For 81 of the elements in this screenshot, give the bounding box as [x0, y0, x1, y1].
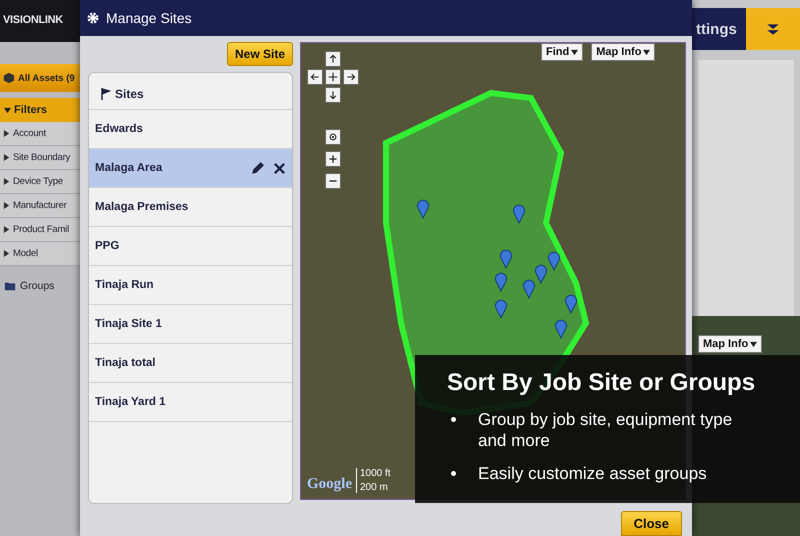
site-name: Malaga Area — [95, 162, 162, 174]
map-provider-logo: Google — [307, 476, 352, 493]
caption-bullet: Easily customize asset groups — [478, 463, 708, 484]
all-assets-bar[interactable]: All Assets (9 — [0, 64, 80, 92]
caret-icon — [3, 178, 10, 185]
filter-item[interactable]: Model — [0, 242, 80, 266]
filters-label: Filters — [14, 104, 48, 116]
filter-item[interactable]: Device Type — [0, 170, 80, 194]
groups-item[interactable]: Groups — [0, 274, 80, 298]
pan-down-button[interactable] — [325, 87, 341, 103]
close-button[interactable]: Close — [620, 511, 682, 536]
site-name: Tinaja Site 1 — [95, 318, 162, 330]
caption-heading: Sort By Job Site or Groups — [447, 369, 756, 397]
new-site-button[interactable]: New Site — [226, 42, 293, 66]
dialog-title: Manage Sites — [106, 10, 192, 26]
plus-icon — [328, 154, 338, 164]
pan-right-button[interactable] — [343, 69, 359, 85]
zoom-in-button[interactable] — [325, 151, 341, 167]
site-name: Tinaja Yard 1 — [95, 396, 166, 408]
map-info-button[interactable]: Map Info — [591, 43, 656, 61]
caret-icon — [3, 202, 10, 209]
filter-item[interactable]: Site Boundary — [0, 146, 80, 170]
site-name: Tinaja Run — [95, 279, 154, 291]
site-name: Edwards — [95, 123, 143, 135]
filters-header[interactable]: Filters — [0, 98, 80, 122]
site-row[interactable]: Tinaja total — [89, 344, 292, 383]
site-name: Tinaja total — [95, 357, 156, 369]
site-name: Malaga Premises — [95, 201, 188, 213]
site-row[interactable]: Tinaja Site 1 — [89, 305, 292, 344]
map-pin-icon — [417, 200, 429, 218]
find-button[interactable]: Find — [541, 43, 584, 61]
gear-icon — [86, 11, 100, 25]
filter-item[interactable]: Account — [0, 122, 80, 146]
bullet-icon — [451, 471, 456, 476]
bullet-icon — [451, 417, 456, 422]
caption-bullet: Group by job site, equipment type and more — [478, 409, 734, 451]
site-row[interactable]: Tinaja Yard 1 — [89, 383, 292, 422]
close-icon — [273, 162, 286, 174]
map-pin-icon — [513, 204, 525, 224]
map-scale-bar: 1000 ft 200 m — [356, 468, 391, 493]
caret-icon — [3, 130, 10, 137]
folder-icon — [4, 280, 16, 292]
recenter-button[interactable] — [325, 129, 341, 145]
sites-header: Sites — [115, 87, 144, 101]
arrow-icon — [310, 72, 320, 82]
arrow-icon — [346, 72, 356, 82]
header-tab[interactable]: ttings — [692, 20, 737, 38]
pan-center-button[interactable] — [325, 69, 341, 85]
site-name: PPG — [95, 240, 120, 252]
map-pin-icon — [523, 280, 535, 298]
arrow-icon — [328, 54, 338, 64]
arrow-icon — [328, 90, 338, 100]
caret-icon — [571, 48, 578, 56]
site-row[interactable]: PPG — [89, 227, 292, 266]
move-icon — [328, 72, 338, 82]
map-pin-icon — [555, 320, 567, 338]
filter-item[interactable]: Manufacturer — [0, 194, 80, 218]
map-pin-icon — [495, 300, 507, 318]
map-info-button[interactable]: Map Info — [698, 335, 762, 353]
pencil-icon — [250, 160, 265, 176]
logo: VISIONLINK — [0, 0, 80, 42]
menu-dropdown-button[interactable] — [746, 8, 800, 50]
map-pin-icon — [500, 250, 512, 268]
site-row[interactable]: Malaga Premises — [89, 188, 292, 227]
caret-icon — [3, 250, 10, 257]
caret-icon — [3, 226, 10, 233]
site-row[interactable]: Malaga Area — [89, 149, 292, 188]
map-pin-icon — [535, 264, 547, 284]
zoom-out-button[interactable] — [325, 173, 341, 189]
map-pin-icon — [495, 272, 507, 292]
pan-up-button[interactable] — [325, 51, 341, 67]
target-icon — [328, 132, 338, 142]
caret-icon — [750, 340, 758, 348]
filter-item[interactable]: Product Famil — [0, 218, 80, 242]
site-row[interactable]: Tinaja Run — [89, 266, 292, 305]
caret-icon — [3, 154, 10, 161]
all-assets-label: All Assets (9 — [18, 72, 75, 84]
map-pin-icon — [565, 294, 577, 314]
caret-icon — [643, 48, 650, 56]
pan-left-button[interactable] — [307, 69, 323, 85]
map-pin-icon — [548, 252, 560, 270]
